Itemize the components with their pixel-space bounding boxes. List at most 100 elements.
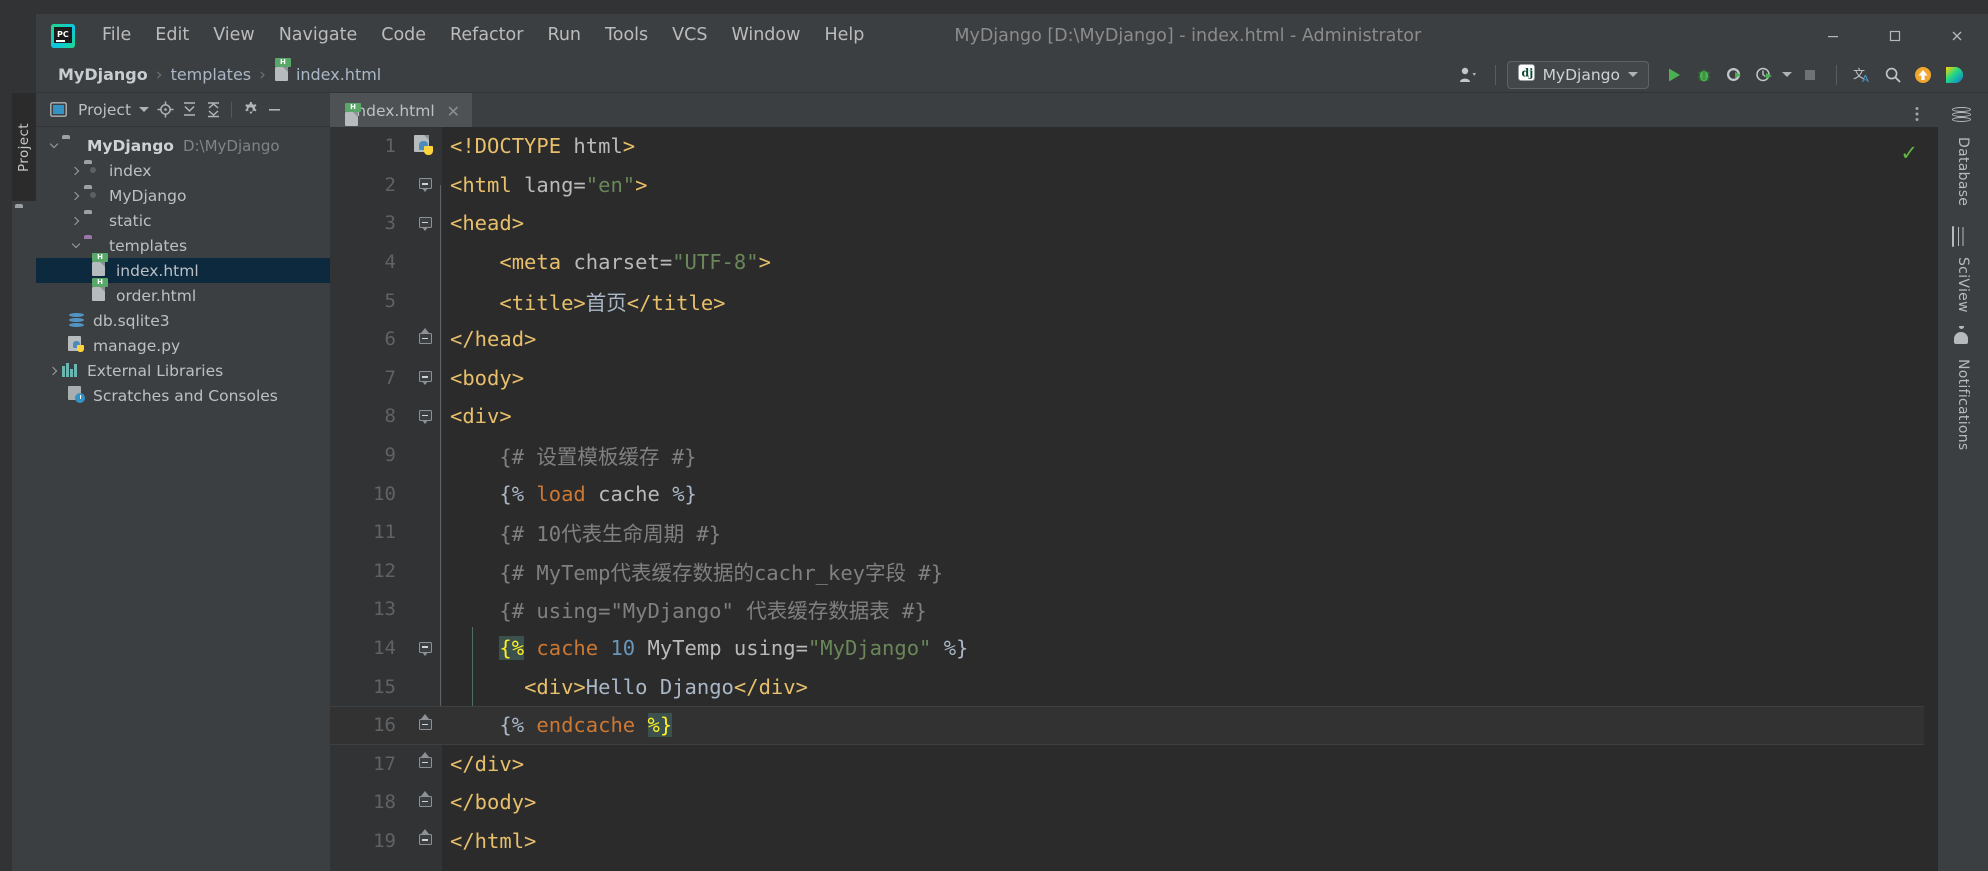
editor-scrollbar[interactable] <box>1924 127 1938 871</box>
run-profiler-icon[interactable] <box>1749 61 1779 89</box>
editor-tab-actions[interactable] <box>1908 105 1938 127</box>
scroll-from-source-icon[interactable] <box>153 98 177 122</box>
search-everywhere-icon[interactable] <box>1878 61 1908 89</box>
line-number: 4 <box>384 251 396 274</box>
menu-vcs[interactable]: VCS <box>660 23 719 49</box>
chevron-right-icon[interactable] <box>68 213 84 229</box>
fold-marker[interactable] <box>408 216 442 231</box>
code-line[interactable]: 2 <html lang="en"> <box>330 166 1938 205</box>
collapse-all-icon[interactable] <box>201 98 225 122</box>
close-button[interactable] <box>1926 14 1988 57</box>
breadcrumb-item-templates[interactable]: templates <box>171 65 252 84</box>
chevron-down-icon[interactable] <box>46 138 62 154</box>
code-line-caret[interactable]: 16 {% endcache %} <box>330 705 1938 745</box>
tree-item-static[interactable]: static <box>36 208 330 233</box>
project-tree[interactable]: MyDjango D:\MyDjango index MyDjango stat… <box>36 127 330 408</box>
sidebar-item-notifications[interactable]: Notifications <box>1938 315 1988 451</box>
fold-marker[interactable] <box>408 713 442 733</box>
code-editor[interactable]: 1 <!DOCTYPE html> 2 <html lang="en"> 3 <… <box>330 127 1938 871</box>
code-line[interactable]: 15 <div>Hello Django</div> <box>330 667 1938 706</box>
code-line[interactable]: 19 </html> <box>330 822 1938 861</box>
django-python-icon[interactable] <box>408 135 442 157</box>
menu-window[interactable]: Window <box>719 23 812 49</box>
user-account-icon[interactable] <box>1454 61 1484 89</box>
translate-icon[interactable]: 文 A <box>1848 61 1878 89</box>
tree-item-db-sqlite3[interactable]: db.sqlite3 <box>36 308 330 333</box>
tree-item-index[interactable]: index <box>36 158 330 183</box>
run-coverage-icon[interactable] <box>1719 61 1749 89</box>
chevron-down-icon[interactable] <box>1628 72 1638 77</box>
code-line[interactable]: 3 <head> <box>330 204 1938 243</box>
chevron-down-icon[interactable] <box>135 98 153 122</box>
sidebar-item-database[interactable]: Database <box>1938 93 1988 206</box>
tree-item-manage-py[interactable]: manage.py <box>36 333 330 358</box>
main-menu-bar[interactable]: File Edit View Navigate Code Refactor Ru… <box>90 23 876 49</box>
code-line[interactable]: 10 {% load cache %} <box>330 474 1938 513</box>
project-view-icon[interactable] <box>46 98 70 122</box>
code-line[interactable]: 1 <!DOCTYPE html> <box>330 127 1938 166</box>
fold-marker[interactable] <box>408 790 442 810</box>
chevron-right-icon[interactable] <box>68 163 84 179</box>
ide-feature-icon[interactable] <box>1938 61 1968 89</box>
chevron-right-icon[interactable] <box>46 363 62 379</box>
fold-marker[interactable] <box>408 752 442 771</box>
chevron-down-icon[interactable] <box>68 238 84 254</box>
fold-marker[interactable] <box>408 829 442 848</box>
run-play-icon[interactable] <box>1659 61 1689 89</box>
menu-run[interactable]: Run <box>535 23 593 49</box>
inspection-status-icon[interactable]: ✓ <box>1900 141 1918 165</box>
tab-index-html[interactable]: H index.html ✕ <box>330 93 473 127</box>
code-line[interactable]: 4 <meta charset="UTF-8"> <box>330 243 1938 282</box>
code-line[interactable]: 18 </body> <box>330 783 1938 822</box>
chevron-down-icon[interactable] <box>1779 61 1795 89</box>
code-line[interactable]: 8 <div> <box>330 397 1938 436</box>
run-configuration-selector[interactable]: dj MyDjango <box>1506 60 1649 89</box>
fold-marker[interactable] <box>408 327 442 347</box>
sidebar-item-sciview[interactable]: SciView <box>1938 213 1988 313</box>
menu-edit[interactable]: Edit <box>143 23 201 49</box>
tree-item-index-html[interactable]: H index.html <box>36 253 330 283</box>
update-project-icon[interactable] <box>1908 61 1938 89</box>
close-icon[interactable]: ✕ <box>447 102 460 121</box>
fold-marker[interactable] <box>408 177 442 193</box>
debug-bug-icon[interactable] <box>1689 61 1719 89</box>
menu-tools[interactable]: Tools <box>593 23 660 49</box>
code-line[interactable]: 13 {# using="MyDjango" 代表缓存数据表 #} <box>330 590 1938 629</box>
breadcrumb-item-project[interactable]: MyDjango <box>58 65 148 84</box>
menu-view[interactable]: View <box>201 23 267 49</box>
menu-help[interactable]: Help <box>812 23 876 49</box>
tree-item-order-html[interactable]: H order.html <box>36 278 330 308</box>
code-line[interactable]: 17 </div> <box>330 745 1938 784</box>
minimize-icon[interactable] <box>262 98 286 122</box>
minimize-button[interactable] <box>1802 14 1864 57</box>
breadcrumb-item-file[interactable]: index.html <box>296 65 381 84</box>
menu-file[interactable]: File <box>90 23 143 49</box>
fold-marker[interactable] <box>408 370 442 386</box>
code-line[interactable]: 6 </head> <box>330 320 1938 359</box>
maximize-button[interactable] <box>1864 14 1926 57</box>
code-line[interactable]: 14 {% cache 10 MyTemp using="MyDjango" %… <box>330 629 1938 668</box>
tree-item-external-libraries[interactable]: External Libraries <box>36 358 330 383</box>
menu-navigate[interactable]: Navigate <box>267 23 370 49</box>
code-line[interactable]: 12 {# MyTemp代表缓存数据的cachr_key字段 #} <box>330 552 1938 591</box>
tree-item-mydjango-module[interactable]: MyDjango <box>36 183 330 208</box>
more-options-icon[interactable] <box>1908 105 1926 127</box>
sidebar-tab-project[interactable]: Project <box>12 93 36 201</box>
tree-item-scratches-and-consoles[interactable]: Scratches and Consoles <box>36 383 330 408</box>
gear-icon[interactable] <box>238 98 262 122</box>
code-line[interactable]: 5 <title>首页</title> <box>330 281 1938 320</box>
window-controls[interactable] <box>1802 14 1988 57</box>
tree-item-mydjango-root[interactable]: MyDjango D:\MyDjango <box>36 133 330 158</box>
code-line[interactable]: 9 {# 设置模板缓存 #} <box>330 436 1938 475</box>
breadcrumb[interactable]: MyDjango › templates › H index.html <box>58 57 381 85</box>
main-toolbar[interactable]: dj MyDjango 文 A <box>1454 60 1968 89</box>
fold-marker[interactable] <box>408 641 442 656</box>
expand-all-icon[interactable] <box>177 98 201 122</box>
code-line[interactable]: 11 {# 10代表生命周期 #} <box>330 513 1938 552</box>
fold-marker[interactable] <box>408 409 442 424</box>
menu-refactor[interactable]: Refactor <box>438 23 535 49</box>
menu-code[interactable]: Code <box>369 23 438 49</box>
code-line[interactable]: 7 <body> <box>330 359 1938 398</box>
chevron-right-icon[interactable] <box>68 188 84 204</box>
tree-item-templates[interactable]: templates <box>36 233 330 258</box>
